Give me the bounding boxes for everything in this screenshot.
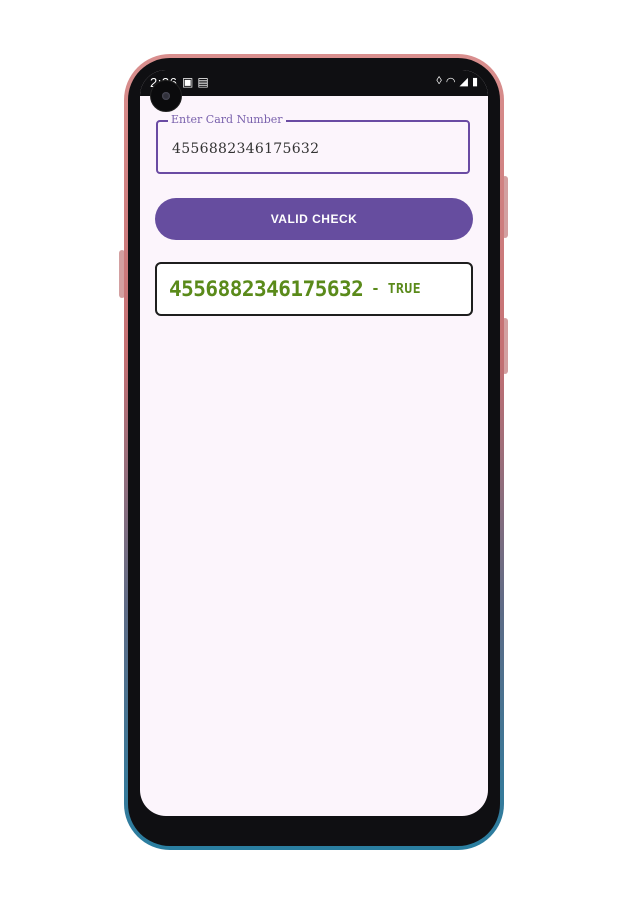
- calendar-icon: ▤: [197, 75, 209, 89]
- result-card-number: 4556882346175632: [169, 277, 364, 301]
- valid-check-button[interactable]: VALID CHECK: [155, 198, 473, 240]
- image-icon: ▣: [182, 75, 194, 89]
- wifi-icon: ◠: [445, 76, 456, 88]
- mute-icon: ◊: [436, 75, 442, 87]
- stage: 2:36 ▣ ▤ ◊ ◠ ◢ ▮ Enter Card Number VALID…: [0, 0, 626, 900]
- card-number-field[interactable]: Enter Card Number: [156, 113, 470, 174]
- result-box: 4556882346175632 - TRUE: [155, 262, 473, 316]
- front-camera-icon: [150, 80, 182, 112]
- status-left-icons: ▣ ▤: [182, 75, 209, 89]
- card-number-input[interactable]: [170, 140, 464, 158]
- result-separator: -: [371, 281, 380, 297]
- status-right-icons: ◊ ◠ ◢ ▮: [436, 75, 478, 88]
- card-number-label: Enter Card Number: [168, 113, 286, 126]
- signal-icon: ◢: [459, 76, 468, 88]
- app-screen: 2:36 ▣ ▤ ◊ ◠ ◢ ▮ Enter Card Number VALID…: [140, 70, 488, 816]
- status-bar: 2:36 ▣ ▤ ◊ ◠ ◢ ▮: [140, 70, 488, 96]
- result-status: TRUE: [387, 281, 422, 297]
- battery-icon: ▮: [471, 76, 478, 88]
